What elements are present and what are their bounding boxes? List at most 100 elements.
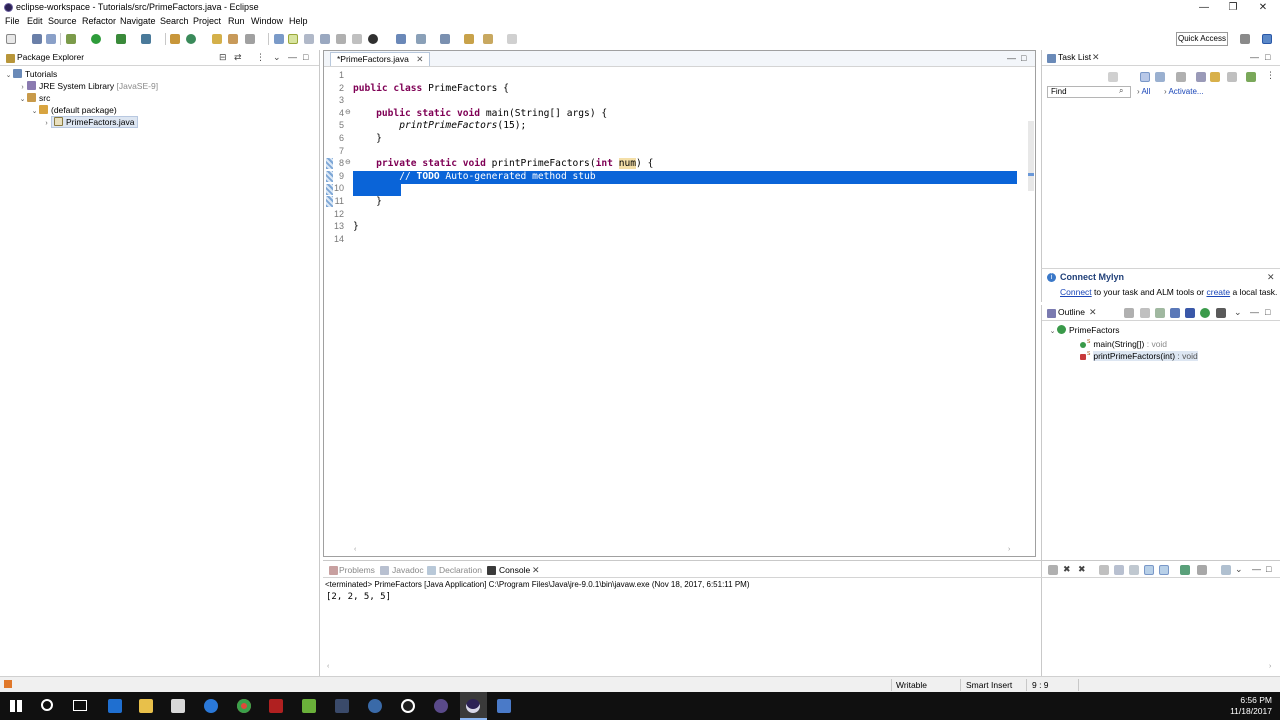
filezilla-icon[interactable] — [269, 699, 283, 713]
show-on-stdout-icon[interactable] — [1144, 565, 1154, 575]
tab-declaration[interactable]: Declaration — [439, 565, 482, 575]
code-line-4[interactable]: public static void main(String[] args) { — [353, 108, 607, 121]
minimize-view-icon[interactable]: — — [1252, 564, 1261, 574]
view-menu-icon[interactable]: ⋮ — [256, 52, 265, 63]
chevron-down-icon[interactable]: ⌄ — [1048, 326, 1057, 338]
tree-item-jre-library[interactable]: › JRE System Library [JavaSE-9] — [18, 80, 158, 92]
more-icon[interactable]: ⋮ — [1266, 70, 1275, 81]
toggle-annotation-icon[interactable] — [274, 34, 284, 44]
clear-console-icon[interactable] — [1099, 565, 1109, 575]
fold-collapse-icon[interactable]: ⊖ — [345, 158, 351, 166]
view-menu-icon[interactable]: ⌄ — [1234, 307, 1242, 318]
link-with-editor-icon[interactable]: ⇄ — [234, 52, 242, 63]
open-perspective-icon[interactable] — [1240, 34, 1250, 44]
new-task-icon[interactable] — [1108, 72, 1118, 82]
menu-run[interactable]: Run — [228, 16, 245, 26]
close-button[interactable]: ✕ — [1248, 0, 1278, 15]
media-icon[interactable] — [434, 699, 448, 713]
open-task-icon[interactable] — [228, 34, 238, 44]
maximize-view-icon[interactable]: □ — [303, 52, 308, 62]
overview-marker[interactable] — [1028, 173, 1034, 176]
save-all-icon[interactable] — [46, 34, 56, 44]
eclipse-marketplace-icon[interactable] — [368, 34, 378, 44]
maximize-view-icon[interactable]: □ — [1265, 307, 1270, 317]
scroll-right-icon[interactable]: › — [1269, 663, 1271, 670]
tree-item-src[interactable]: ⌄ src — [18, 92, 50, 104]
code-line-11[interactable]: } — [353, 196, 382, 209]
view-menu-icon[interactable]: ⌄ — [1235, 564, 1243, 575]
menu-refactor[interactable]: Refactor — [82, 16, 116, 26]
word-wrap-icon[interactable] — [1129, 565, 1139, 575]
close-icon[interactable]: ✕ — [1089, 307, 1097, 318]
external-tools-icon[interactable] — [141, 34, 151, 44]
new-icon[interactable] — [6, 34, 16, 44]
collapse-all-icon[interactable]: ⊟ — [219, 52, 227, 63]
scroll-lock-icon[interactable] — [1114, 565, 1124, 575]
code-line-6[interactable]: } — [353, 133, 382, 146]
display-console-icon[interactable] — [1197, 565, 1207, 575]
menu-navigate[interactable]: Navigate — [120, 16, 156, 26]
next-annotation-icon[interactable] — [396, 34, 406, 44]
scheduled-icon[interactable] — [1155, 72, 1165, 82]
word-wrap-icon[interactable] — [352, 34, 362, 44]
toggle-breadcrumb-icon[interactable] — [336, 34, 346, 44]
categorized-icon[interactable] — [1140, 72, 1150, 82]
scroll-right-icon[interactable]: › — [1008, 546, 1010, 553]
pin-console-icon[interactable] — [1180, 565, 1190, 575]
outline-item-main[interactable]: Smain(String[]) : void — [1080, 336, 1167, 349]
tree-item-primefactors-java[interactable]: › PrimeFactors.java — [42, 116, 138, 128]
coverage-icon[interactable] — [116, 34, 126, 44]
app-icon[interactable] — [335, 699, 349, 713]
task-list-title[interactable]: Task List — [1058, 52, 1091, 62]
close-icon[interactable]: ✕ — [532, 565, 540, 576]
remove-all-icon[interactable]: ✖ — [1078, 564, 1086, 575]
package-explorer-title[interactable]: Package Explorer — [17, 52, 84, 62]
show-on-stderr-icon[interactable] — [1159, 565, 1169, 575]
run-icon[interactable] — [91, 34, 101, 44]
show-whitespace-icon[interactable] — [320, 34, 330, 44]
tree-item-tutorials[interactable]: ⌄ Tutorials — [4, 68, 57, 80]
menu-help[interactable]: Help — [289, 16, 308, 26]
collapse-all-icon[interactable] — [1196, 72, 1206, 82]
view-menu-icon[interactable]: ⌄ — [273, 52, 281, 63]
search-icon[interactable]: ⌕ — [1119, 86, 1123, 96]
last-edit-location-icon[interactable] — [440, 34, 450, 44]
sort-icon[interactable] — [1140, 308, 1150, 318]
menu-search[interactable]: Search — [160, 16, 189, 26]
code-line-8[interactable]: private static void printPrimeFactors(in… — [353, 158, 653, 171]
maximize-view-icon[interactable]: □ — [1021, 53, 1026, 63]
edge-browser-icon[interactable] — [108, 699, 122, 713]
chrome-icon[interactable] — [237, 699, 251, 713]
eclipse-icon[interactable] — [466, 699, 480, 713]
system-clock[interactable]: 6:56 PM 11/18/2017 — [1230, 695, 1272, 717]
hide-fields-icon[interactable] — [1155, 308, 1165, 318]
task-view-icon[interactable] — [73, 700, 87, 711]
hide-static-icon[interactable] — [1170, 308, 1180, 318]
minimize-view-icon[interactable]: — — [1250, 307, 1259, 317]
back-icon[interactable] — [483, 34, 493, 44]
link-icon[interactable] — [1216, 308, 1226, 318]
minimize-view-icon[interactable]: — — [288, 52, 297, 62]
menu-window[interactable]: Window — [251, 16, 283, 26]
cortana-search-icon[interactable] — [41, 699, 53, 711]
new-java-class-icon[interactable] — [186, 34, 196, 44]
outline-item-printprimefactors[interactable]: SprintPrimeFactors(int) : void — [1080, 348, 1198, 361]
hide-nonpublic-icon[interactable] — [1185, 308, 1195, 318]
create-link[interactable]: create — [1206, 287, 1230, 297]
code-line-2[interactable]: public class PrimeFactors { — [353, 83, 509, 96]
save-icon[interactable] — [32, 34, 42, 44]
sync-icon[interactable] — [1210, 72, 1220, 82]
code-line-5[interactable]: printPrimeFactors(15); — [353, 120, 526, 133]
chevron-down-icon[interactable]: ⌄ — [4, 70, 13, 82]
task-filter-all[interactable]: › All — [1137, 87, 1150, 96]
outline-title[interactable]: Outline — [1058, 307, 1085, 317]
vertical-scrollbar[interactable] — [1028, 121, 1034, 191]
console-output[interactable]: [2, 2, 5, 5] — [326, 592, 391, 602]
scroll-left-icon[interactable]: ‹ — [354, 546, 356, 553]
maximize-button[interactable]: ❐ — [1218, 0, 1248, 15]
chevron-down-icon[interactable]: ⌄ — [30, 106, 39, 118]
chevron-down-icon[interactable]: ⌄ — [18, 94, 27, 106]
tree-item-default-package[interactable]: ⌄ (default package) — [30, 104, 117, 116]
minimize-button[interactable]: — — [1189, 0, 1219, 15]
store-icon[interactable] — [171, 699, 185, 713]
